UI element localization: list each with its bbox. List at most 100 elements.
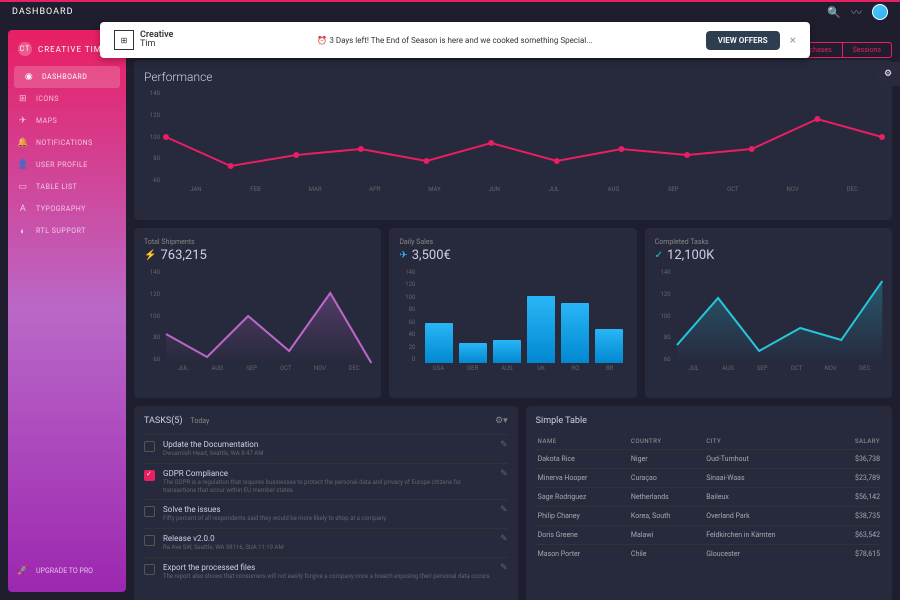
avatar[interactable] bbox=[872, 4, 888, 20]
performance-title: Performance bbox=[144, 70, 882, 84]
tasks-title: TASKS(5) bbox=[144, 416, 183, 426]
nav-icon: ◉ bbox=[24, 72, 34, 82]
nav-icon: ✈ bbox=[18, 116, 28, 126]
task-title: GDPR Compliance bbox=[163, 469, 492, 478]
nav-icon: ▭ bbox=[18, 182, 28, 192]
settings-fab[interactable]: ⚙ bbox=[876, 62, 900, 86]
edit-icon[interactable]: ✎ bbox=[500, 563, 508, 581]
promo-brand: Creative Tim bbox=[140, 31, 173, 49]
nav-icon: ◐ bbox=[18, 226, 28, 236]
task-checkbox[interactable] bbox=[144, 535, 155, 546]
task-desc: Dwuamish Head, Seattle, WA 8:47 AM bbox=[163, 450, 492, 458]
table-card: Simple Table NAMECOUNTRYCITYSALARY Dakot… bbox=[526, 406, 892, 600]
performance-card: Performance 1401201008060 JANFEBMARAPRMA… bbox=[134, 60, 892, 220]
promo-banner: ⊞ Creative Tim ⏰ 3 Days left! The End of… bbox=[100, 22, 810, 58]
sidebar-item-label: NOTIFICATIONS bbox=[36, 139, 93, 147]
upgrade-button[interactable]: 🚀 UPGRADE TO PRO bbox=[8, 560, 126, 582]
task-checkbox[interactable] bbox=[144, 506, 155, 517]
table-row: Minerva HooperCuraçaoSinaai-Waas$23,789 bbox=[536, 469, 882, 488]
page-title: DASHBOARD bbox=[12, 7, 73, 17]
topbar-actions: 🔍 〰 bbox=[827, 4, 888, 20]
edit-icon[interactable]: ✎ bbox=[500, 440, 508, 458]
sidebar-item-label: TYPOGRAPHY bbox=[36, 205, 86, 213]
simple-table: NAMECOUNTRYCITYSALARY Dakota RiceNigerOu… bbox=[536, 434, 882, 563]
stat-label: Daily Sales bbox=[399, 238, 626, 246]
task-desc: The GDPR is a regulation that requires b… bbox=[163, 479, 492, 495]
edit-icon[interactable]: ✎ bbox=[500, 469, 508, 495]
sidebar: CT CREATIVE TIM ◉ DASHBOARD ⊞ ICONS ✈ MAPS 🔔 NO… bbox=[8, 30, 126, 592]
search-icon[interactable]: 🔍 bbox=[827, 6, 841, 19]
task-row: GDPR ComplianceThe GDPR is a regulation … bbox=[144, 463, 508, 500]
stat-value: ✓12,100K bbox=[655, 248, 882, 263]
task-row: Export the processed filesThe report als… bbox=[144, 557, 508, 586]
stat-chart: 1401201008060JULAUGSEPOCTNOVDEC bbox=[655, 269, 882, 379]
edit-icon[interactable]: ✎ bbox=[500, 505, 508, 523]
stat-icon: ✈ bbox=[399, 250, 407, 261]
nav-icon: A bbox=[18, 204, 28, 214]
close-icon[interactable]: × bbox=[790, 33, 796, 47]
table-row: Mason PorterChileGloucester$78,615 bbox=[536, 545, 882, 564]
task-title: Export the processed files bbox=[163, 563, 492, 572]
stat-card-1: Daily Sales ✈3,500€ 140120100806040200USAG… bbox=[389, 228, 636, 398]
sidebar-logo: CT bbox=[18, 42, 32, 56]
sidebar-item-label: DASHBOARD bbox=[42, 73, 87, 81]
tasks-tab[interactable]: Today bbox=[191, 417, 210, 425]
task-checkbox[interactable] bbox=[144, 441, 155, 452]
task-row: Solve the issuesFifty percent of all res… bbox=[144, 499, 508, 528]
sidebar-item-dashboard[interactable]: ◉ DASHBOARD bbox=[14, 66, 120, 88]
task-checkbox[interactable] bbox=[144, 564, 155, 575]
tasks-card: TASKS(5) Today ⚙▾ Update the Documentati… bbox=[134, 406, 518, 600]
nav-icon: ⊞ bbox=[18, 94, 28, 104]
rocket-icon: 🚀 bbox=[18, 566, 28, 576]
sidebar-item-user-profile[interactable]: 👤 USER PROFILE bbox=[8, 154, 126, 176]
edit-icon[interactable]: ✎ bbox=[500, 534, 508, 552]
task-row: Release v2.0.0Ra Ave SW, Seattle, WA 981… bbox=[144, 528, 508, 557]
task-checkbox[interactable] bbox=[144, 470, 155, 481]
sidebar-item-label: MAPS bbox=[36, 117, 57, 125]
task-title: Release v2.0.0 bbox=[163, 534, 492, 543]
task-title: Update the Documentation bbox=[163, 440, 492, 449]
topbar: DASHBOARD 🔍 〰 bbox=[0, 0, 900, 22]
stat-label: Total Shipments bbox=[144, 238, 371, 246]
sidebar-item-table-list[interactable]: ▭ TABLE LIST bbox=[8, 176, 126, 198]
table-row: Doris GreeneMalawiFeldkirchen in Kärnten… bbox=[536, 526, 882, 545]
task-desc: Ra Ave SW, Seattle, WA 98116, SUA 11:19 … bbox=[163, 544, 492, 552]
task-title: Solve the issues bbox=[163, 505, 492, 514]
sidebar-item-label: USER PROFILE bbox=[36, 161, 88, 169]
stat-value: ✈3,500€ bbox=[399, 248, 626, 263]
sidebar-item-maps[interactable]: ✈ MAPS bbox=[8, 110, 126, 132]
sidebar-item-notifications[interactable]: 🔔 NOTIFICATIONS bbox=[8, 132, 126, 154]
stat-label: Completed Tasks bbox=[655, 238, 882, 246]
table-row: Philip ChaneyKorea, SouthOverland Park$3… bbox=[536, 507, 882, 526]
performance-chart: 1401201008060 JANFEBMARAPRMAYJUNJULAUGSE… bbox=[144, 90, 882, 200]
gear-icon: ⚙ bbox=[884, 69, 892, 79]
nav-icon: 👤 bbox=[18, 160, 28, 170]
sidebar-brand: CREATIVE TIM bbox=[38, 45, 102, 54]
sidebar-item-typography[interactable]: A TYPOGRAPHY bbox=[8, 198, 126, 220]
main-content: ⚙ AccountsPurchasesSessions Performance … bbox=[126, 22, 900, 600]
table-row: Dakota RiceNigerOud-Turnhout$36,738 bbox=[536, 450, 882, 469]
stat-chart: 140120100806040200USAGERAUSUKROBR bbox=[399, 269, 626, 379]
promo-logo: ⊞ Creative Tim bbox=[114, 30, 173, 50]
tab-sessions[interactable]: Sessions bbox=[843, 42, 892, 58]
stat-card-0: Total Shipments ⚡763,215 1401201008060JULA… bbox=[134, 228, 381, 398]
sidebar-item-icons[interactable]: ⊞ ICONS bbox=[8, 88, 126, 110]
sidebar-item-rtl-support[interactable]: ◐RTL SUPPORT bbox=[8, 220, 126, 242]
stat-icon: ⚡ bbox=[144, 250, 156, 261]
task-desc: Fifty percent of all respondents said th… bbox=[163, 515, 492, 523]
task-row: Update the DocumentationDwuamish Head, S… bbox=[144, 434, 508, 463]
sidebar-item-label: ICONS bbox=[36, 95, 59, 103]
stat-card-2: Completed Tasks ✓12,100K 1401201008060JULA… bbox=[645, 228, 892, 398]
nav-icon: 🔔 bbox=[18, 138, 28, 148]
sidebar-item-label: TABLE LIST bbox=[36, 183, 77, 191]
activity-icon[interactable]: 〰 bbox=[851, 4, 862, 20]
tasks-settings[interactable]: ⚙▾ bbox=[495, 416, 508, 426]
table-row: Sage RodriguezNetherlandsBaileux$56,142 bbox=[536, 488, 882, 507]
table-title: Simple Table bbox=[536, 416, 882, 426]
task-desc: The report also shows that consumers wil… bbox=[163, 573, 492, 581]
view-offers-button[interactable]: VIEW OFFERS bbox=[706, 31, 780, 50]
stat-chart: 1401201008060JULAUGSEPOCTNOVDEC bbox=[144, 269, 371, 379]
promo-message: ⏰ 3 Days left! The End of Season is here… bbox=[317, 36, 592, 45]
promo-logo-icon: ⊞ bbox=[114, 30, 134, 50]
stat-value: ⚡763,215 bbox=[144, 248, 371, 263]
